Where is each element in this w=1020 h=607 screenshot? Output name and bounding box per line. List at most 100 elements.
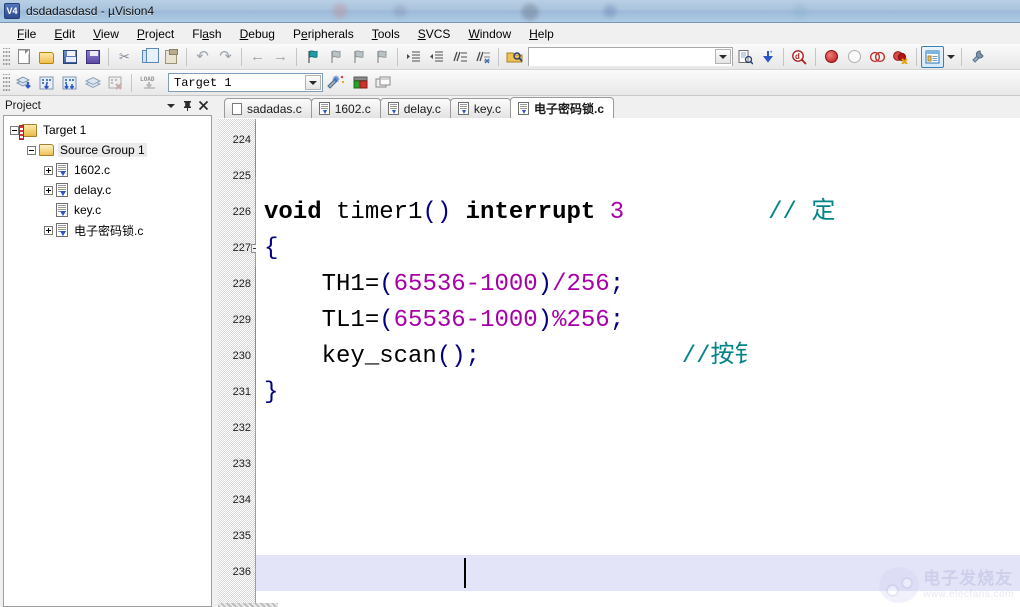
indent-icon[interactable] [402,46,425,68]
tree-item-2[interactable]: 1602.c [4,160,211,180]
menu-item-flash[interactable]: Flash [183,25,230,43]
code-line-229[interactable]: TL1=(65536-1000)%256; [256,303,1020,339]
copy-icon[interactable] [136,46,159,68]
code-token: 1000 [480,307,538,334]
previous-bookmark-icon[interactable] [347,46,370,68]
c-file-icon [518,101,529,115]
find-combo[interactable] [528,47,733,66]
editor-tab-1[interactable]: 1602.c [310,98,381,118]
code-line-236[interactable] [256,555,1020,591]
new-file-icon[interactable] [12,46,35,68]
chevron-down-icon [309,80,317,85]
navigate-forward-icon[interactable]: → [269,46,292,68]
tree-item-4[interactable]: key.c [4,200,211,220]
tree-item-label: 1602.c [74,163,111,177]
cut-icon[interactable]: ✂ [113,46,136,68]
batch-build-icon[interactable] [81,72,104,94]
project-window-dropdown[interactable] [944,46,957,68]
rebuild-all-icon[interactable] [58,72,81,94]
code-line-224[interactable] [256,123,1020,159]
code-token: ) [537,271,553,298]
build-target-icon[interactable] [35,72,58,94]
manage-multi-project-icon[interactable] [372,72,395,94]
translate-file-icon[interactable] [12,72,35,94]
options-for-target-icon[interactable] [323,72,349,94]
redo-icon[interactable]: ↷ [214,46,237,68]
comment-icon[interactable] [448,46,471,68]
navigate-back-icon[interactable]: ← [246,46,269,68]
insert-bookmark-icon[interactable] [301,46,324,68]
expand-icon[interactable] [44,165,53,175]
open-file-icon[interactable] [35,46,58,68]
code-line-232[interactable] [256,411,1020,447]
code-text[interactable]: void timer1() interrupt 3 // 定{ TH1=(655… [256,119,1020,607]
undo-icon[interactable]: ↶ [191,46,214,68]
find-input[interactable] [529,48,732,66]
download-icon[interactable]: LOAD [136,72,164,94]
code-line-235[interactable] [256,519,1020,555]
outdent-icon[interactable] [425,46,448,68]
editor-tabstrip[interactable]: sadadas.c 1602.c delay.c key.c 电子密码锁.c [218,96,1020,118]
stop-build-icon[interactable] [104,72,127,94]
menu-item-help[interactable]: Help [520,25,563,43]
menu-item-edit[interactable]: Edit [45,25,84,43]
tree-item-1[interactable]: Source Group 1 [4,140,211,160]
find-in-files-icon[interactable] [503,46,526,68]
close-panel-icon[interactable] [195,98,211,113]
line-number-gutter[interactable]: 224 225 226 227 228 229 230 231 232 233 234 235 236 [218,119,261,607]
insert-breakpoint-icon[interactable] [820,46,843,68]
paste-icon[interactable] [159,46,182,68]
next-bookmark-icon[interactable] [324,46,347,68]
editor-tab-3[interactable]: key.c [449,98,511,118]
code-line-228[interactable]: TH1=(65536-1000)/256; [256,267,1020,303]
editor-tab-2[interactable]: delay.c [379,98,451,118]
bookmark-list-icon[interactable] [733,46,756,68]
save-icon[interactable] [58,46,81,68]
configuration-wizard-icon[interactable] [966,46,989,68]
clear-bookmarks-icon[interactable] [370,46,393,68]
menu-item-svcs[interactable]: SVCS [409,25,460,43]
code-line-226[interactable]: void timer1() interrupt 3 // 定 [256,195,1020,231]
menu-item-file[interactable]: File [8,25,45,43]
target-dropdown-button[interactable] [305,75,321,90]
find-next-icon[interactable]: * [756,46,779,68]
code-line-233[interactable] [256,447,1020,483]
code-line-225[interactable] [256,159,1020,195]
kill-all-breakpoints-icon[interactable] [889,46,912,68]
menu-item-window[interactable]: Window [459,25,520,43]
collapse-icon[interactable] [27,145,36,155]
find-dropdown-button[interactable] [715,49,731,64]
disable-all-breakpoints-icon[interactable] [866,46,889,68]
disable-breakpoint-icon[interactable] [843,46,866,68]
menu-item-view[interactable]: View [84,25,128,43]
editor-tab-0[interactable]: sadadas.c [224,98,312,118]
menu-bar[interactable]: File Edit View Project Flash Debug Peripherals… [0,23,1020,44]
target-selector[interactable]: Target 1 [168,73,323,92]
save-all-icon[interactable] [81,46,104,68]
code-line-231[interactable]: } [256,375,1020,411]
expand-icon[interactable] [44,185,53,195]
code-line-234[interactable] [256,483,1020,519]
menu-item-debug[interactable]: Debug [231,25,284,43]
expand-icon[interactable] [44,225,53,235]
menu-item-project[interactable]: Project [128,25,183,43]
manage-components-icon[interactable] [349,72,372,94]
dropdown-menu-icon[interactable] [163,98,179,113]
menu-item-tools[interactable]: Tools [363,25,409,43]
start-debug-icon[interactable]: d [788,46,811,68]
toolbar-grip[interactable] [3,73,10,92]
code-line-230[interactable]: key_scan(); //按钅 [256,339,1020,375]
collapse-icon[interactable] [10,125,19,135]
editor-tab-4[interactable]: 电子密码锁.c [510,97,615,118]
tree-item-0[interactable]: Target 1 [4,120,211,140]
project-window-icon[interactable] [921,45,944,68]
horizontal-scrollbar-stub[interactable] [218,603,278,607]
toolbar-grip[interactable] [3,47,10,66]
auto-hide-pin-icon[interactable] [179,98,195,113]
menu-item-peripherals[interactable]: Peripherals [284,25,363,43]
tree-item-5[interactable]: 电子密码锁.c [4,220,211,240]
code-line-227[interactable]: { [256,231,1020,267]
project-tree[interactable]: Target 1 Source Group 1 1602.c delay.c key.c… [3,115,212,607]
tree-item-3[interactable]: delay.c [4,180,211,200]
uncomment-icon[interactable] [471,46,494,68]
